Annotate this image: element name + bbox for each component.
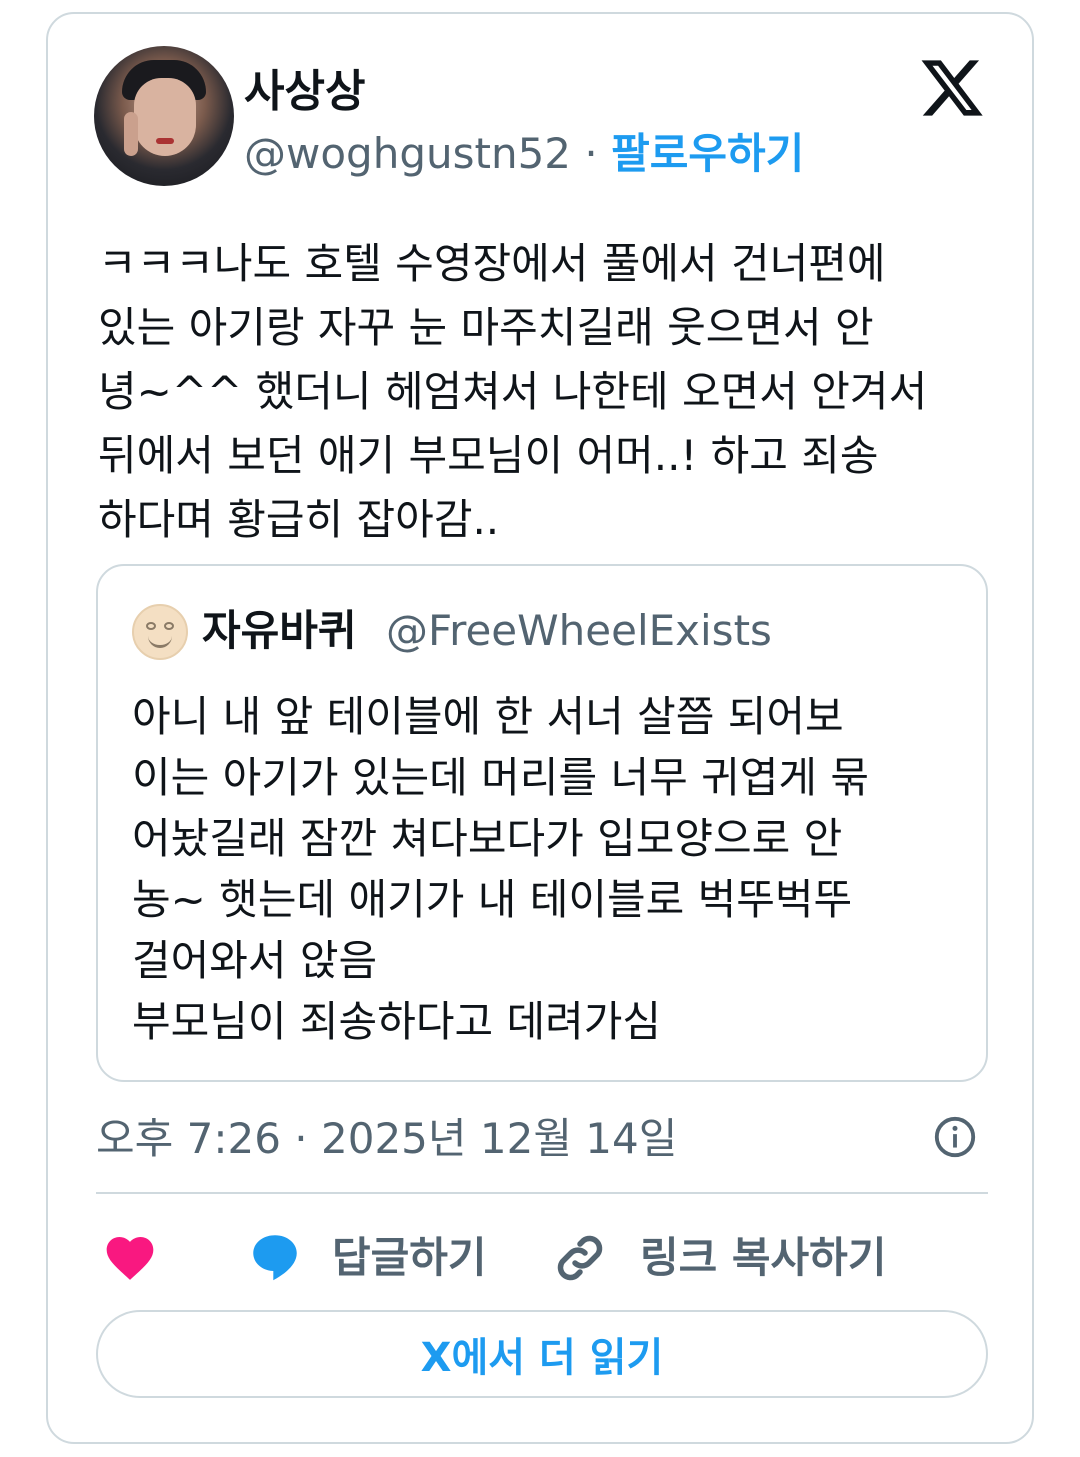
info-icon[interactable] bbox=[932, 1114, 978, 1160]
quoted-tweet[interactable]: 자유바퀴 @FreeWheelExists 아니 내 앞 테이블에 한 서너 살… bbox=[96, 564, 988, 1082]
author-display-name[interactable]: 사상상 bbox=[244, 64, 365, 120]
tweet-text: ㅋㅋㅋ나도 호텔 수영장에서 풀에서 건너편에 있는 아기랑 자꾸 눈 마주치길… bbox=[98, 239, 928, 544]
quoted-tweet-text: 아니 내 앞 테이블에 한 서너 살쯤 되어보 이는 아기가 있는데 머리를 너… bbox=[132, 692, 869, 1046]
reply-button[interactable]: 답글하기 bbox=[332, 1228, 487, 1288]
heart-icon[interactable] bbox=[102, 1230, 158, 1286]
tweet-card: 사상상 @woghgustn52 · 팔로우하기 ㅋㅋㅋ나도 호텔 수영장에서 … bbox=[46, 12, 1034, 1444]
copy-link-button[interactable]: 링크 복사하기 bbox=[640, 1228, 886, 1288]
quoted-author-name: 자유바퀴 bbox=[202, 606, 357, 655]
quoted-author-handle: @FreeWheelExists bbox=[386, 606, 772, 655]
author-handle-line: @woghgustn52 · 팔로우하기 bbox=[244, 126, 804, 182]
link-icon[interactable] bbox=[550, 1228, 610, 1288]
tweet-timestamp[interactable]: 오후 7:26 · 2025년 12월 14일 bbox=[96, 1110, 677, 1168]
author-avatar[interactable] bbox=[94, 46, 234, 186]
divider bbox=[96, 1192, 988, 1194]
x-logo-icon[interactable] bbox=[918, 54, 986, 122]
read-more-button[interactable]: X에서 더 읽기 bbox=[96, 1310, 988, 1398]
follow-button[interactable]: 팔로우하기 bbox=[611, 129, 804, 178]
author-handle[interactable]: @woghgustn52 bbox=[244, 129, 571, 178]
speech-bubble-icon[interactable] bbox=[246, 1228, 304, 1286]
separator-dot: · bbox=[571, 129, 612, 178]
action-bar: 답글하기 링크 복사하기 bbox=[96, 1220, 988, 1300]
quoted-author-avatar bbox=[132, 604, 188, 660]
